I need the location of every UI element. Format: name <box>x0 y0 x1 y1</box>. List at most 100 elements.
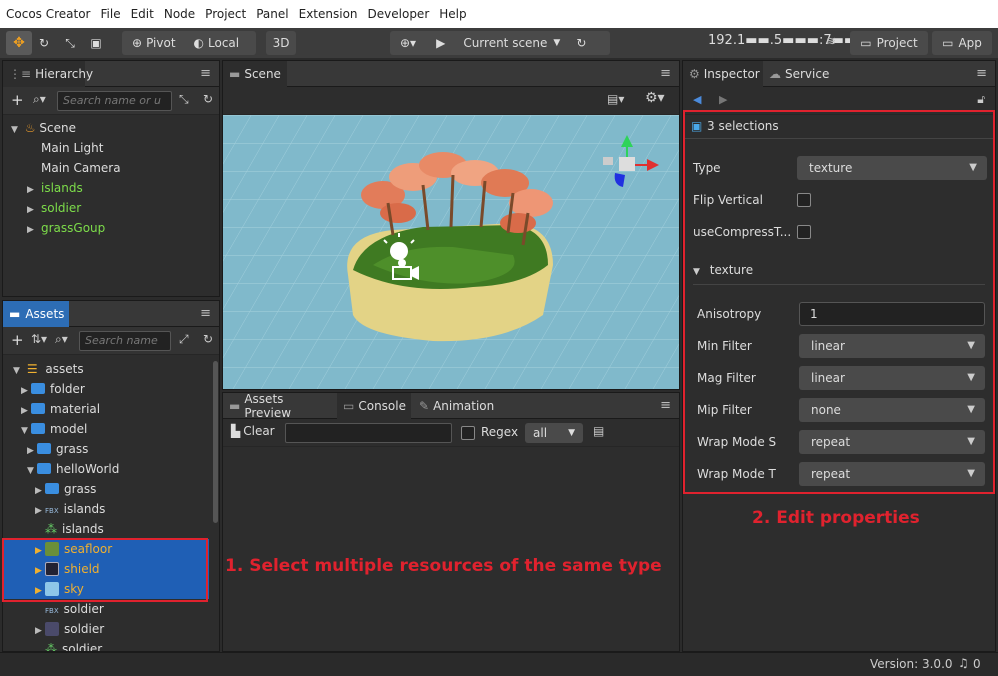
asset-item-grass[interactable]: ▶ grass <box>27 439 88 459</box>
menu-panel[interactable]: Panel <box>256 7 288 21</box>
tab-assets[interactable]: ▬ Assets <box>3 301 69 327</box>
asset-item-helloworld[interactable]: ▼ helloWorld <box>27 459 119 479</box>
console-panel: ▬ Assets Preview ▭ Console ✎ Animation ≡… <box>222 392 680 652</box>
gear-icon[interactable]: ⚙▾ <box>645 90 665 106</box>
menu-node[interactable]: Node <box>164 7 195 21</box>
app-folder-icon: ▭ <box>942 36 954 50</box>
scene-root-label: Scene <box>39 121 77 135</box>
gear-icon: ⚙ <box>689 67 700 81</box>
database-icon: ☰ <box>26 362 38 376</box>
preview-icon: ▬ <box>229 399 241 413</box>
inspector-menu-icon[interactable]: ≡ <box>976 66 987 81</box>
add-node-icon[interactable]: + <box>11 91 24 109</box>
regex-label: Regex <box>481 425 519 439</box>
refresh-assets-icon[interactable]: ↻ <box>203 332 213 346</box>
rect-icon: ▣ <box>90 36 102 50</box>
menu-extension[interactable]: Extension <box>299 7 358 21</box>
menu-edit[interactable]: Edit <box>131 7 154 21</box>
forward-arrow-icon[interactable]: ▶ <box>719 93 727 106</box>
asset-label: grass <box>56 442 89 456</box>
rotate-tool-button[interactable]: ↻ <box>34 31 54 55</box>
assets-menu-icon[interactable]: ≡ <box>200 306 211 321</box>
console-filter-input[interactable] <box>285 423 452 443</box>
camera-options-icon[interactable]: ▤▾ <box>607 92 624 106</box>
assets-tabbar: ▬ Assets ≡ <box>3 301 219 327</box>
assets-search-input[interactable]: Search name <box>79 331 171 351</box>
tree-item-main-light[interactable]: Main Light <box>41 138 103 158</box>
asset-item-soldier-prefab[interactable]: ⁂ soldier <box>45 639 102 652</box>
tab-console[interactable]: ▭ Console <box>337 393 411 419</box>
asset-item-model[interactable]: ▼ model <box>21 419 87 439</box>
open-app-button[interactable]: ▭ App <box>932 31 992 55</box>
local-button[interactable]: Local <box>208 36 239 50</box>
tree-item-grassgoup[interactable]: ▶ grassGoup <box>27 218 105 238</box>
sort-icon[interactable]: ⇅▾ <box>31 332 47 346</box>
collapse-icon[interactable]: ⤡ <box>179 92 189 107</box>
refresh-hierarchy-icon[interactable]: ↻ <box>203 92 213 106</box>
hierarchy-icon: ⋮≡ <box>9 67 32 81</box>
lock-icon[interactable]: 🔓︎ <box>977 92 985 107</box>
asset-item-islands-prefab[interactable]: ⁂ islands <box>45 519 104 539</box>
play-icon[interactable]: ▶ <box>436 36 445 50</box>
asset-item-islands-fbx[interactable]: ▶ FBX islands <box>35 499 105 519</box>
menu-help[interactable]: Help <box>439 7 466 21</box>
open-project-button[interactable]: ▭ Project <box>850 31 928 55</box>
asset-item-folder[interactable]: ▶ folder <box>21 379 85 399</box>
regex-checkbox[interactable] <box>461 426 475 440</box>
scene-viewport[interactable] <box>223 115 679 389</box>
back-arrow-icon[interactable]: ◀ <box>693 93 701 106</box>
add-asset-icon[interactable]: + <box>11 331 24 349</box>
hierarchy-tabbar: ⋮≡ Hierarchy ≡ <box>3 61 219 87</box>
assets-scrollbar[interactable] <box>213 361 218 523</box>
asset-item-soldier-texture[interactable]: ▶ soldier <box>35 619 104 639</box>
refresh-icon[interactable]: ↻ <box>576 36 586 50</box>
scale-tool-button[interactable]: ⤡ <box>60 31 80 55</box>
pivot-button[interactable]: Pivot <box>146 36 175 50</box>
tab-service[interactable]: ☁ Service <box>763 61 833 87</box>
hierarchy-search-input[interactable]: Search name or u <box>57 91 172 111</box>
console-menu-icon[interactable]: ≡ <box>660 398 671 413</box>
tab-hierarchy[interactable]: ⋮≡ Hierarchy <box>3 61 93 87</box>
mode-3d-button[interactable]: 3D <box>266 31 296 55</box>
tab-inspector-label: Inspector <box>703 67 760 81</box>
bell-icon[interactable]: ♫ <box>958 656 969 670</box>
scene-controls: ⊕▾ ▶ Current scene ▼ ↻ <box>390 31 610 55</box>
asset-item-assets[interactable]: ▼ ☰ assets <box>13 359 84 379</box>
tab-animation[interactable]: ✎ Animation <box>413 393 497 419</box>
asset-item-grass-sub[interactable]: ▶ grass <box>35 479 96 499</box>
tree-item-islands[interactable]: ▶ islands <box>27 178 83 198</box>
globe-icon[interactable]: ⊕▾ <box>400 36 416 50</box>
tree-scene-root[interactable]: ▼ ♨ Scene <box>11 118 76 138</box>
asset-item-material[interactable]: ▶ material <box>21 399 100 419</box>
tab-assets-preview[interactable]: ▬ Assets Preview <box>223 392 335 420</box>
log-level-select[interactable]: all ▼ <box>525 423 583 443</box>
expand-all-icon[interactable]: ⤢ <box>179 332 189 347</box>
rect-tool-button[interactable]: ▣ <box>86 31 106 55</box>
hierarchy-menu-icon[interactable]: ≡ <box>200 66 211 81</box>
scene-select[interactable]: Current scene <box>463 36 547 50</box>
asset-item-soldier-fbx[interactable]: FBX soldier <box>35 599 104 619</box>
tab-scene[interactable]: ▬ Scene <box>223 61 287 87</box>
menu-developer[interactable]: Developer <box>368 7 430 21</box>
tree-item-soldier[interactable]: ▶ soldier <box>27 198 81 218</box>
folder-icon <box>31 403 45 414</box>
clear-button[interactable]: ▙ Clear <box>231 424 275 438</box>
folder-icon <box>37 443 51 454</box>
status-bar: Version: 3.0.0 ♫ 0 <box>0 652 998 676</box>
search-type-icon[interactable]: ⌕▾ <box>55 332 68 347</box>
menu-file[interactable]: File <box>101 7 121 21</box>
search-type-icon[interactable]: ⌕▾ <box>33 92 46 107</box>
scene-menu-icon[interactable]: ≡ <box>660 66 671 81</box>
prefab-icon: ⁂ <box>45 642 57 652</box>
scene-flame-icon: ♨ <box>24 121 36 135</box>
menu-project[interactable]: Project <box>205 7 246 21</box>
tab-inspector[interactable]: ⚙ Inspector <box>683 61 763 87</box>
inspector-annotation-box <box>683 110 995 494</box>
expand-arrow-icon: ▶ <box>21 406 28 416</box>
island-model[interactable] <box>347 223 553 342</box>
open-log-file-icon[interactable]: ▤ <box>593 424 604 438</box>
asset-label: grass <box>64 482 97 496</box>
move-tool-button[interactable]: ✥ <box>6 31 32 55</box>
version-label: Version: 3.0.0 <box>870 657 953 671</box>
tree-item-main-camera[interactable]: Main Camera <box>41 158 121 178</box>
